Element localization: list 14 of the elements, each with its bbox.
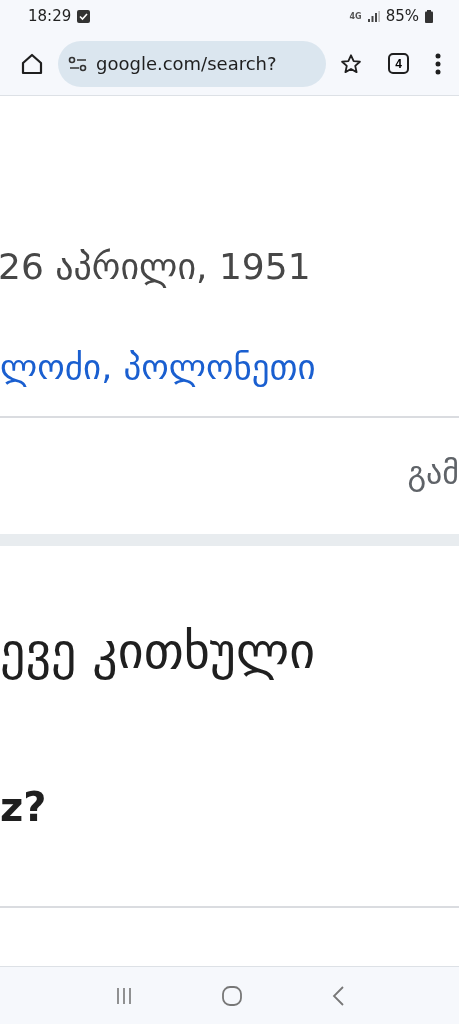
section-heading: ევე კითხული: [0, 622, 317, 680]
birth-date: 26 აპრილი, 1951: [0, 246, 312, 287]
tab-switcher-button[interactable]: 4: [388, 53, 409, 74]
network-type: 4G: [349, 11, 362, 21]
more-text: გამ: [407, 454, 459, 492]
site-settings-icon[interactable]: [68, 55, 88, 72]
battery-percent: 85%: [385, 7, 419, 25]
battery-icon: [425, 9, 433, 23]
signal-icon: [367, 10, 380, 22]
birthplace-link[interactable]: ლოძი, პოლონეთი: [0, 347, 459, 387]
checkbox-notification-icon: [77, 9, 91, 23]
status-time: 18:29: [28, 7, 72, 25]
question-text: z?: [0, 784, 48, 832]
address-bar[interactable]: google.com/search?: [58, 40, 326, 87]
